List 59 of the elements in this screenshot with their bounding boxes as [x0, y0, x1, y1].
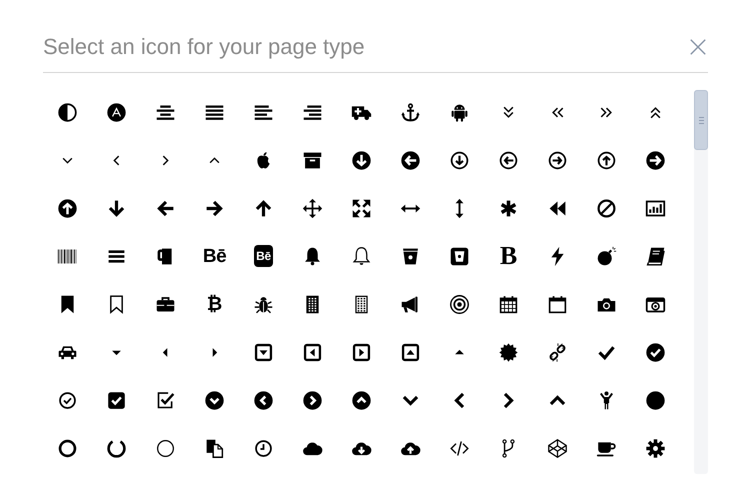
ban-icon[interactable]	[596, 198, 617, 218]
currency-glyph[interactable]: ₿	[206, 294, 222, 314]
outlined-check-circle-icon[interactable]	[57, 390, 78, 410]
circle-icon[interactable]	[645, 390, 666, 410]
circle-chevron-down-icon[interactable]	[204, 390, 225, 410]
square-caret-left-icon[interactable]	[302, 342, 323, 362]
circle-arrow-up-icon[interactable]	[57, 198, 78, 218]
copy-icon[interactable]	[204, 438, 225, 458]
square-caret-right-icon[interactable]	[351, 342, 372, 362]
outlined-check-square-icon[interactable]	[155, 390, 176, 410]
ring-icon[interactable]	[57, 438, 78, 458]
circle-arrow-left-icon[interactable]	[400, 150, 421, 170]
thin-circle-icon[interactable]	[155, 438, 176, 458]
gear-icon[interactable]	[645, 438, 666, 458]
asterisk-icon[interactable]	[498, 198, 519, 218]
logo-glyph[interactable]: Bē	[202, 246, 226, 266]
circle-arrow-right-icon[interactable]	[645, 150, 666, 170]
arrow-down-icon[interactable]	[106, 198, 127, 218]
circle-chevron-left-icon[interactable]	[253, 390, 274, 410]
check-square-icon[interactable]	[106, 390, 127, 410]
archive-icon[interactable]	[302, 150, 323, 170]
close-icon[interactable]	[689, 38, 707, 56]
square-caret-down-icon[interactable]	[253, 342, 274, 362]
scrollbar[interactable]	[694, 90, 708, 474]
robot-icon[interactable]	[449, 102, 470, 122]
circle-arrow-down-icon[interactable]	[351, 150, 372, 170]
bucket-icon[interactable]	[400, 246, 421, 266]
arrow-up-icon[interactable]	[253, 198, 274, 218]
circle-chevron-right-icon[interactable]	[302, 390, 323, 410]
certificate-icon[interactable]	[498, 342, 519, 362]
circle-chevron-up-icon[interactable]	[351, 390, 372, 410]
clock-icon[interactable]	[253, 438, 274, 458]
square-caret-up-icon[interactable]	[400, 342, 421, 362]
book-icon[interactable]	[645, 246, 666, 266]
contrast-icon[interactable]	[57, 102, 78, 122]
bomb-icon[interactable]	[596, 246, 617, 266]
outlined-circle-arrow-up-icon[interactable]	[596, 150, 617, 170]
triangle-circle-icon[interactable]	[106, 102, 127, 122]
empty-calendar-icon[interactable]	[547, 294, 568, 314]
outlined-circle-arrow-left-icon[interactable]	[498, 150, 519, 170]
cube-icon[interactable]	[547, 438, 568, 458]
outlined-circle-arrow-right-icon[interactable]	[547, 150, 568, 170]
bullseye-icon[interactable]	[449, 294, 470, 314]
logo-badge[interactable]: Bē	[254, 245, 273, 267]
outlined-bell-icon[interactable]	[351, 246, 372, 266]
bar-chart-icon[interactable]	[645, 198, 666, 218]
scrollbar-thumb[interactable]	[694, 90, 708, 150]
calendar-icon[interactable]	[498, 294, 519, 314]
bell-icon[interactable]	[302, 246, 323, 266]
circle-notch-icon[interactable]	[106, 438, 127, 458]
move-icon[interactable]	[302, 198, 323, 218]
broken-link-icon[interactable]	[547, 342, 568, 362]
search-field[interactable]: Select an icon for your page type	[43, 22, 689, 72]
anchor-icon[interactable]	[400, 102, 421, 122]
check-circle-icon[interactable]	[645, 342, 666, 362]
expand-icon[interactable]	[351, 198, 372, 218]
outlined-circle-arrow-down-icon[interactable]	[449, 150, 470, 170]
square-bucket-icon[interactable]	[449, 246, 470, 266]
letter-glyph[interactable]: B	[500, 243, 518, 269]
